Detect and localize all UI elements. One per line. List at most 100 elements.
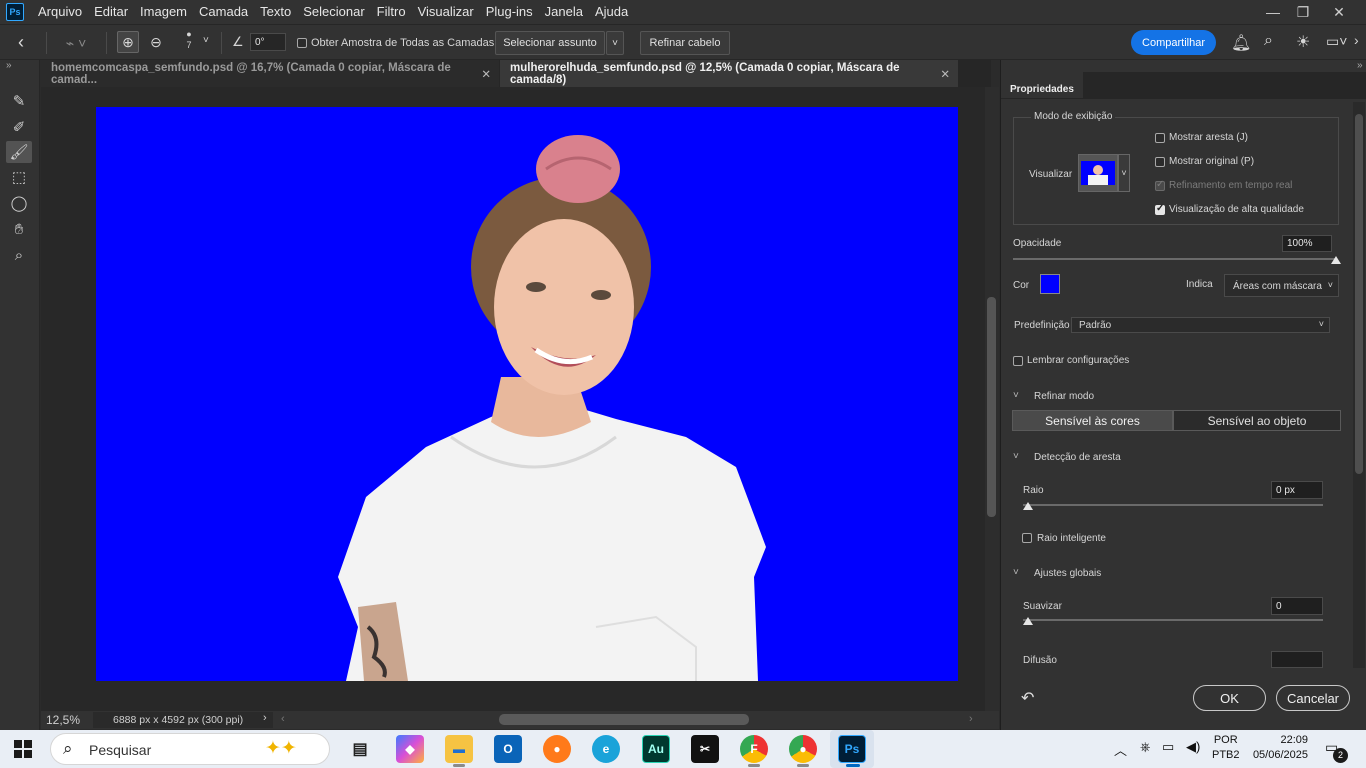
capcut-icon[interactable]: ✂ [691,735,719,763]
edge-detection-title[interactable]: Detecção de aresta [1034,452,1121,463]
chevron-down-icon[interactable]: ˅ [1013,567,1019,578]
high-quality-checkbox[interactable] [1155,203,1165,215]
remember-settings-checkbox[interactable] [1013,356,1023,366]
cancel-button[interactable]: Cancelar [1276,685,1350,711]
windows-start-icon[interactable] [14,740,32,758]
close-tab-icon[interactable]: ✕ [481,67,491,81]
object-aware-button[interactable]: Sensível ao objeto [1173,410,1341,431]
menu-camada[interactable]: Camada [193,0,254,24]
brush-preset-icon[interactable]: ⌁ ˅ [56,31,96,55]
color-aware-button[interactable]: Sensível às cores [1012,410,1173,431]
tab-properties[interactable]: Propriedades [1001,72,1083,98]
refine-edge-brush-icon[interactable]: ✐ [6,116,32,138]
document-canvas[interactable] [96,107,958,681]
panel-scrollbar[interactable] [1353,102,1365,668]
menu-visualizar[interactable]: Visualizar [412,0,480,24]
menu-ajuda[interactable]: Ajuda [589,0,634,24]
battery-icon[interactable]: ▭ [1162,739,1174,755]
overlay-color-swatch[interactable] [1040,274,1060,294]
status-arrow-icon[interactable]: › [263,712,267,724]
opacity-input[interactable]: 100% [1282,235,1332,252]
preset-dropdown[interactable]: Padrão ˅ [1071,317,1330,333]
clock[interactable]: 22:09 05/06/2025 [1246,733,1308,763]
close-tab-icon[interactable]: ✕ [940,67,950,81]
view-thumbnail[interactable] [1078,154,1118,192]
edge-icon[interactable]: e [592,735,620,763]
workspace-icon[interactable]: ▭˅ [1326,33,1347,50]
opacity-slider-thumb[interactable] [1331,256,1341,264]
scroll-right-icon[interactable]: › [969,713,973,725]
chevron-down-icon[interactable]: ˅ [1013,451,1019,462]
radius-input[interactable]: 0 px [1271,481,1323,499]
chevron-down-icon[interactable]: ˅ [1013,390,1019,401]
copilot-app-icon[interactable]: ◆ [396,735,424,763]
quick-selection-tool-icon[interactable]: ✎ [6,90,32,112]
scroll-thumb[interactable] [987,297,996,517]
share-button[interactable]: Compartilhar [1131,30,1216,55]
zoom-tool-icon[interactable]: ⌕ [6,244,32,266]
zoom-level[interactable]: 12,5% [46,713,80,727]
menu-editar[interactable]: Editar [88,0,134,24]
brush-size-picker[interactable]: ● 7 [180,29,198,57]
lightbulb-icon[interactable]: ☀ [1296,32,1310,52]
bell-icon[interactable]: 🔔︎ [1231,33,1251,53]
menu-janela[interactable]: Janela [539,0,589,24]
tab-mulherorelhuda[interactable]: mulherorelhuda_semfundo.psd @ 12,5% (Cam… [500,60,958,87]
menu-selecionar[interactable]: Selecionar [297,0,370,24]
chrome-profile-f-icon[interactable]: F [740,735,768,763]
back-arrow-icon[interactable]: ‹ [18,32,24,53]
horizontal-scroll-thumb[interactable] [499,714,749,725]
subtract-detection-icon[interactable]: ⊖ [146,32,166,52]
refine-hair-button[interactable]: Refinar cabelo [640,31,730,55]
expand-detection-icon[interactable]: ⊕ [117,31,139,53]
menu-filtro[interactable]: Filtro [371,0,412,24]
radius-slider[interactable] [1023,504,1323,506]
search-icon[interactable]: ⌕ [1264,32,1273,50]
audition-icon[interactable]: Au [642,735,670,763]
show-original-checkbox[interactable] [1155,157,1165,167]
refine-mode-title[interactable]: Refinar modo [1034,391,1094,402]
radius-slider-thumb[interactable] [1023,502,1033,510]
photoshop-taskbar-icon[interactable]: Ps [838,735,866,763]
opacity-slider[interactable] [1013,258,1337,260]
panel-arrow-icon[interactable]: › [1354,32,1359,48]
chevron-down-icon[interactable]: ˅ [1118,154,1130,192]
select-subject-dropdown[interactable]: ˅ [606,31,624,55]
smooth-slider[interactable] [1023,619,1323,621]
hand-tool-icon[interactable]: ✋︎ [6,218,32,240]
feather-input[interactable] [1271,651,1323,668]
volume-icon[interactable]: ◀) [1186,739,1200,755]
tab-homemcomcaspa[interactable]: homemcomcaspa_semfundo.psd @ 16,7% (Cama… [41,60,499,87]
vertical-scrollbar[interactable] [985,87,999,711]
panel-scroll-thumb[interactable] [1355,114,1363,474]
menu-imagem[interactable]: Imagem [134,0,193,24]
collapse-tools-icon[interactable]: » [6,60,12,71]
show-edge-checkbox[interactable] [1155,133,1165,143]
global-adjustments-title[interactable]: Ajustes globais [1034,568,1101,579]
taskbar-search[interactable]: ⌕ Pesquisar ✦✦ [50,733,330,765]
angle-input[interactable]: 0° [250,33,286,51]
firefox-icon[interactable]: ● [543,735,571,763]
ok-button[interactable]: OK [1193,685,1266,711]
smooth-input[interactable]: 0 [1271,597,1323,615]
meet-icon[interactable]: ⎈ [1140,739,1150,755]
menu-texto[interactable]: Texto [254,0,297,24]
menu-arquivo[interactable]: Arquivo [32,0,88,24]
outlook-icon[interactable]: O [494,735,522,763]
minimize-icon[interactable]: — [1256,0,1290,24]
smart-radius-checkbox[interactable] [1022,533,1032,543]
brush-tool-icon[interactable]: 🖌︎ [6,141,32,163]
menu-plugins[interactable]: Plug-ins [480,0,539,24]
indicates-dropdown[interactable]: Áreas com máscara ˅ [1224,274,1339,297]
language-indicator[interactable]: POR PTB2 [1212,733,1240,763]
chevron-up-icon[interactable]: ︿ [1114,740,1127,759]
collapse-panel-icon[interactable]: » [1001,60,1366,72]
restore-icon[interactable]: ❐ [1286,0,1320,24]
file-explorer-icon[interactable]: ▬ [445,735,473,763]
task-view-icon[interactable]: ▤ [346,735,374,763]
reset-icon[interactable]: ↶ [1021,688,1034,708]
lasso-tool-icon[interactable]: ◯ [6,192,32,214]
close-icon[interactable]: ✕ [1322,0,1356,24]
chrome-icon[interactable]: ● [789,735,817,763]
scroll-left-icon[interactable]: ‹ [281,713,285,725]
